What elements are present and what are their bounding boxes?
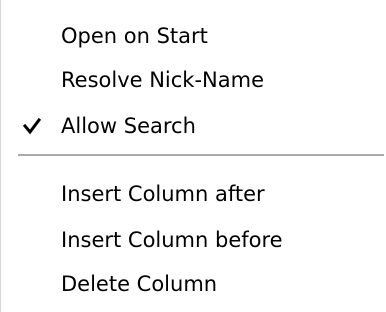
context-menu: Open on Start Resolve Nick-Name Allow Se… xyxy=(0,0,386,312)
menu-item-allow-search[interactable]: Allow Search xyxy=(0,104,386,148)
menu-item-label: Open on Start xyxy=(61,24,208,48)
checkmark-icon xyxy=(22,117,42,135)
menu-item-open-on-start[interactable]: Open on Start xyxy=(0,14,386,58)
menu-item-insert-column-after[interactable]: Insert Column after xyxy=(0,172,386,216)
menu-item-insert-column-before[interactable]: Insert Column before xyxy=(0,218,386,262)
menu-item-delete-column[interactable]: Delete Column xyxy=(0,262,386,306)
menu-item-label: Insert Column after xyxy=(61,182,265,206)
menu-item-label: Resolve Nick-Name xyxy=(61,68,264,92)
menu-item-label: Insert Column before xyxy=(61,228,283,252)
menu-item-label: Allow Search xyxy=(61,114,196,138)
menu-item-resolve-nick-name[interactable]: Resolve Nick-Name xyxy=(0,58,386,102)
menu-item-label: Delete Column xyxy=(61,272,218,296)
menu-separator xyxy=(18,154,384,156)
